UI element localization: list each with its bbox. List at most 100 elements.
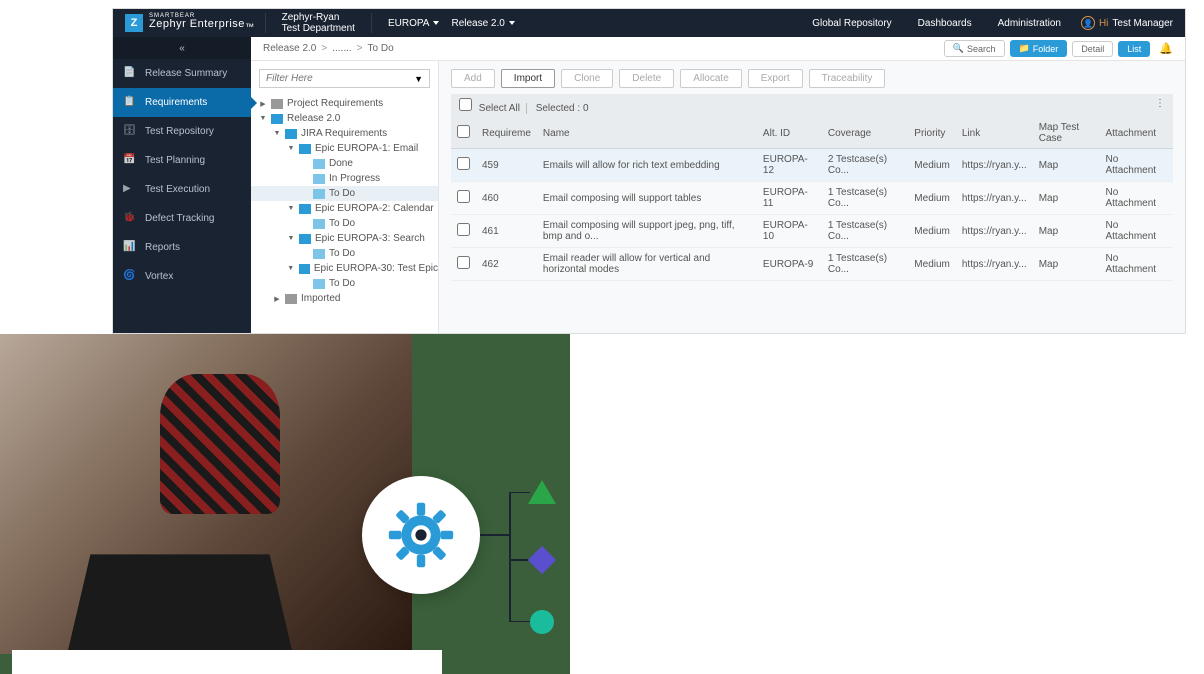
cell-map[interactable]: Map — [1033, 182, 1100, 215]
nav-release[interactable]: Release 2.0 — [445, 18, 520, 29]
user-menu[interactable]: 👤 Hi Test Manager — [1081, 16, 1173, 30]
gear-circle — [362, 476, 480, 594]
tree-imported[interactable]: ▶Imported — [251, 291, 438, 306]
cell-map[interactable]: Map — [1033, 149, 1100, 182]
sidebar-item-repository[interactable]: 🗄Test Repository — [113, 117, 251, 146]
crumb-mid[interactable]: ....... — [332, 43, 351, 54]
sidebar-item-reports[interactable]: 📊Reports — [113, 233, 251, 262]
nav-dashboards[interactable]: Dashboards — [912, 18, 978, 29]
sidebar-item-requirements[interactable]: 📋Requirements — [113, 88, 251, 117]
col-priority[interactable]: Priority — [908, 118, 956, 149]
cell-link[interactable]: https://ryan.y... — [956, 248, 1033, 281]
decorative-gear-cluster — [362, 476, 592, 636]
crumb-release[interactable]: Release 2.0 — [263, 43, 316, 54]
traceability-button[interactable]: Traceability — [809, 69, 886, 88]
brand-logo[interactable]: Z SMARTBEAR Zephyr Enterprise™ — [125, 13, 255, 32]
table-row[interactable]: 460 Email composing will support tables … — [451, 182, 1173, 215]
cell-priority: Medium — [908, 149, 956, 182]
folder-open-icon — [271, 114, 283, 124]
sidebar-item-execution[interactable]: ▶Test Execution — [113, 175, 251, 204]
tree-todo-30[interactable]: To Do — [251, 276, 438, 291]
tree-epic-europa-1[interactable]: ▼Epic EUROPA-1: Email — [251, 141, 438, 156]
tree-to-do[interactable]: To Do — [251, 186, 438, 201]
filter-icon[interactable]: ▼ — [414, 74, 423, 84]
col-attachment[interactable]: Attachment — [1099, 118, 1173, 149]
status-icon — [313, 189, 325, 199]
cell-coverage[interactable]: 1 Testcase(s) Co... — [822, 248, 908, 281]
tree-in-progress[interactable]: In Progress — [251, 171, 438, 186]
cell-name[interactable]: Email composing will support tables — [537, 182, 757, 215]
tree-todo-2[interactable]: To Do — [251, 216, 438, 231]
table-row[interactable]: 462 Email reader will allow for vertical… — [451, 248, 1173, 281]
detail-button[interactable]: Detail — [1072, 41, 1113, 57]
header-checkbox[interactable] — [457, 125, 470, 138]
sidebar-item-defect[interactable]: 🐞Defect Tracking — [113, 204, 251, 233]
filter-input[interactable] — [266, 73, 414, 84]
circle-icon — [530, 610, 554, 634]
crumb-todo: To Do — [368, 43, 394, 54]
col-requirement[interactable]: Requireme — [476, 118, 537, 149]
cell-req: 461 — [476, 215, 537, 248]
cell-attachment[interactable]: No Attachment — [1099, 149, 1173, 182]
row-checkbox[interactable] — [457, 190, 470, 203]
status-icon — [313, 249, 325, 259]
clone-button[interactable]: Clone — [561, 69, 613, 88]
more-icon[interactable]: ⋮ — [1155, 98, 1165, 109]
export-button[interactable]: Export — [748, 69, 803, 88]
tree-todo-3[interactable]: To Do — [251, 246, 438, 261]
nav-europa[interactable]: EUROPA — [382, 18, 446, 29]
sidebar-collapse[interactable]: « — [113, 37, 251, 59]
col-altid[interactable]: Alt. ID — [757, 118, 822, 149]
cell-attachment[interactable]: No Attachment — [1099, 248, 1173, 281]
bell-icon[interactable]: 🔔 — [1159, 42, 1173, 55]
sidebar-item-vortex[interactable]: 🌀Vortex — [113, 262, 251, 291]
table-row[interactable]: 459 Emails will allow for rich text embe… — [451, 149, 1173, 182]
tree-jira-requirements[interactable]: ▼JIRA Requirements — [251, 126, 438, 141]
tree-release[interactable]: ▼Release 2.0 — [251, 111, 438, 126]
col-map[interactable]: Map Test Case — [1033, 118, 1100, 149]
sidebar: « 📄Release Summary📋Requirements🗄Test Rep… — [113, 37, 251, 333]
nav-administration[interactable]: Administration — [992, 18, 1067, 29]
col-coverage[interactable]: Coverage — [822, 118, 908, 149]
cell-coverage[interactable]: 1 Testcase(s) Co... — [822, 215, 908, 248]
list-button[interactable]: List — [1118, 41, 1150, 57]
cell-name[interactable]: Emails will allow for rich text embeddin… — [537, 149, 757, 182]
col-link[interactable]: Link — [956, 118, 1033, 149]
cell-link[interactable]: https://ryan.y... — [956, 182, 1033, 215]
cell-attachment[interactable]: No Attachment — [1099, 215, 1173, 248]
project-selector[interactable]: Zephyr-Ryan Test Department — [276, 12, 361, 34]
nav-global-repository[interactable]: Global Repository — [806, 18, 897, 29]
cell-map[interactable]: Map — [1033, 248, 1100, 281]
tree-epic-europa-3[interactable]: ▼Epic EUROPA-3: Search — [251, 231, 438, 246]
select-all-checkbox[interactable] — [459, 98, 472, 111]
tree-epic-europa-2[interactable]: ▼Epic EUROPA-2: Calendar — [251, 201, 438, 216]
table-row[interactable]: 461 Email composing will support jpeg, p… — [451, 215, 1173, 248]
cell-coverage[interactable]: 2 Testcase(s) Co... — [822, 149, 908, 182]
row-checkbox[interactable] — [457, 223, 470, 236]
select-all-label[interactable]: Select All — [479, 103, 527, 114]
row-checkbox[interactable] — [457, 256, 470, 269]
cell-map[interactable]: Map — [1033, 215, 1100, 248]
add-button[interactable]: Add — [451, 69, 495, 88]
folder-button[interactable]: 📁Folder — [1010, 40, 1068, 57]
execution-icon: ▶ — [123, 183, 137, 197]
tree-epic-europa-30[interactable]: ▼Epic EUROPA-30: Test Epic — [251, 261, 438, 276]
cell-attachment[interactable]: No Attachment — [1099, 182, 1173, 215]
allocate-button[interactable]: Allocate — [680, 69, 742, 88]
row-checkbox[interactable] — [457, 157, 470, 170]
col-name[interactable]: Name — [537, 118, 757, 149]
tree-done[interactable]: Done — [251, 156, 438, 171]
sidebar-item-label: Release Summary — [145, 68, 227, 79]
cell-link[interactable]: https://ryan.y... — [956, 149, 1033, 182]
tree-project-requirements[interactable]: ▶Project Requirements — [251, 96, 438, 111]
sidebar-item-summary[interactable]: 📄Release Summary — [113, 59, 251, 88]
cell-link[interactable]: https://ryan.y... — [956, 215, 1033, 248]
cell-name[interactable]: Email reader will allow for vertical and… — [537, 248, 757, 281]
cell-priority: Medium — [908, 215, 956, 248]
import-button[interactable]: Import — [501, 69, 555, 88]
search-button[interactable]: 🔍Search — [944, 40, 1005, 57]
sidebar-item-planning[interactable]: 📅Test Planning — [113, 146, 251, 175]
cell-name[interactable]: Email composing will support jpeg, png, … — [537, 215, 757, 248]
delete-button[interactable]: Delete — [619, 69, 674, 88]
cell-coverage[interactable]: 1 Testcase(s) Co... — [822, 182, 908, 215]
